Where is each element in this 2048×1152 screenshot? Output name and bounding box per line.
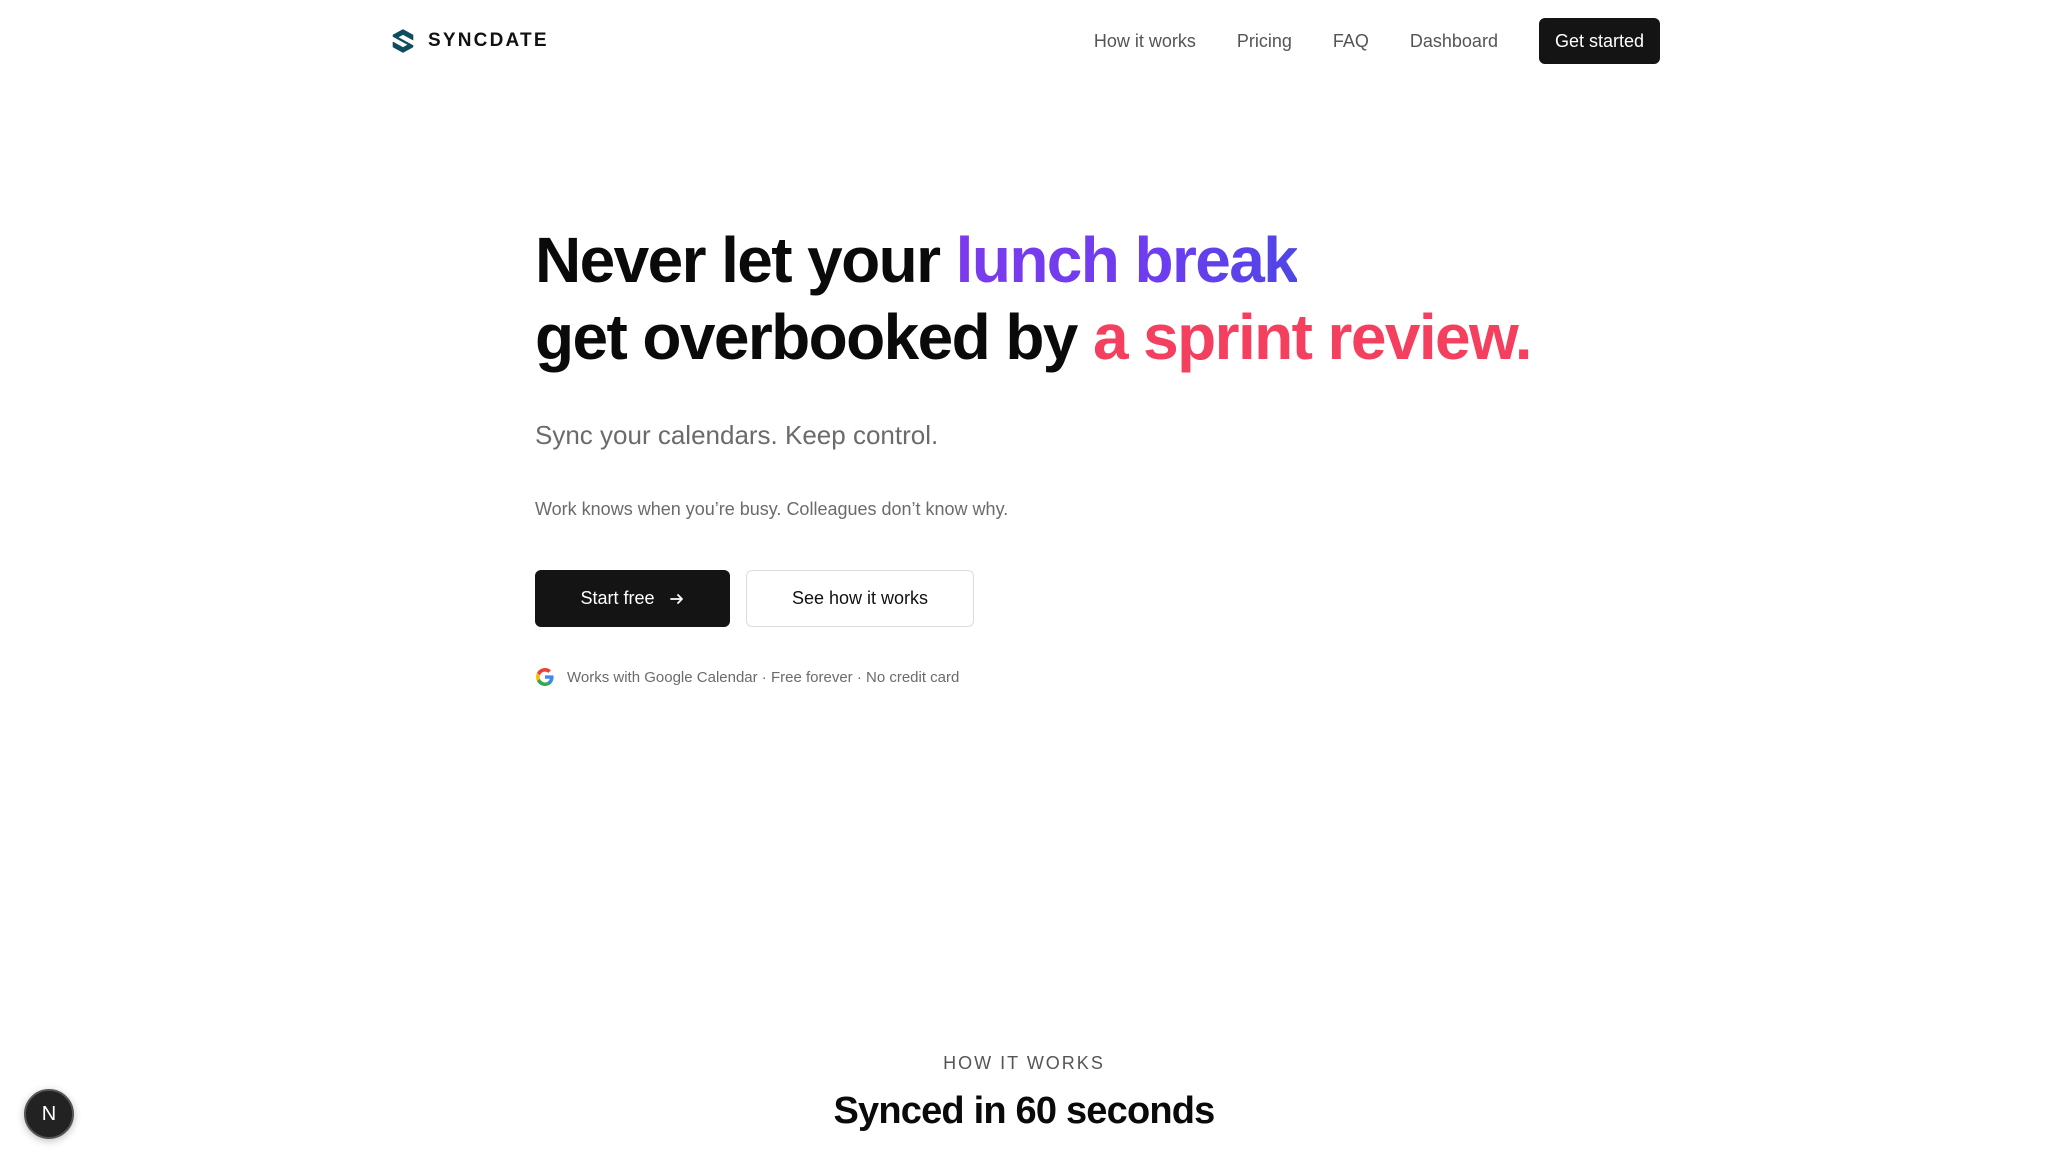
headline-highlight-sprint-review: a sprint review. (1092, 301, 1533, 373)
get-started-button[interactable]: Get started (1538, 18, 1660, 64)
start-free-label: Start free (580, 588, 655, 608)
how-it-works-eyebrow: HOW IT WORKS (943, 1053, 1105, 1073)
landing-page: SYNCDATE How it works Pricing FAQ Dashbo… (0, 0, 2048, 1152)
hero-cta-row: Start free See how it works (535, 570, 1635, 627)
how-it-works-section: HOW IT WORKS Synced in 60 seconds (0, 1053, 2048, 1133)
hero-headline: Never let your lunch break get overbooke… (535, 222, 1635, 376)
top-nav: SYNCDATE How it works Pricing FAQ Dashbo… (390, 18, 1660, 64)
n-badge-letter: N (41, 1102, 57, 1125)
nav-links: How it works Pricing FAQ Dashboard Get s… (1094, 18, 1660, 64)
google-icon (536, 668, 554, 686)
trust-line-text: Works with Google Calendar · Free foreve… (567, 668, 960, 686)
headline-line1-text: Never let your (535, 224, 956, 296)
arrow-right-icon (669, 593, 683, 604)
brand-home-link[interactable]: SYNCDATE (390, 28, 549, 54)
start-free-button[interactable]: Start free (535, 570, 730, 627)
hero-subtitle: Sync your calendars. Keep control. (535, 420, 939, 450)
brand-name: SYNCDATE (428, 30, 549, 51)
nav-link-how-it-works[interactable]: How it works (1094, 31, 1196, 52)
nav-link-pricing[interactable]: Pricing (1237, 31, 1292, 52)
s-logo-icon (392, 29, 414, 53)
hero-tagline: Work knows when you’re busy. Colleagues … (535, 499, 1009, 519)
see-how-it-works-button[interactable]: See how it works (746, 570, 974, 627)
nav-link-faq[interactable]: FAQ (1333, 31, 1369, 52)
headline-line2-text: get overbooked by (535, 301, 1093, 373)
n-badge-button[interactable]: N (24, 1089, 74, 1139)
headline-highlight-lunch-break: lunch break (955, 224, 1299, 296)
trust-line: Works with Google Calendar · Free foreve… (535, 667, 1635, 687)
hero-section: Never let your lunch break get overbooke… (535, 222, 1635, 687)
how-it-works-title: Synced in 60 seconds (833, 1090, 1215, 1132)
nav-link-dashboard[interactable]: Dashboard (1410, 31, 1498, 52)
